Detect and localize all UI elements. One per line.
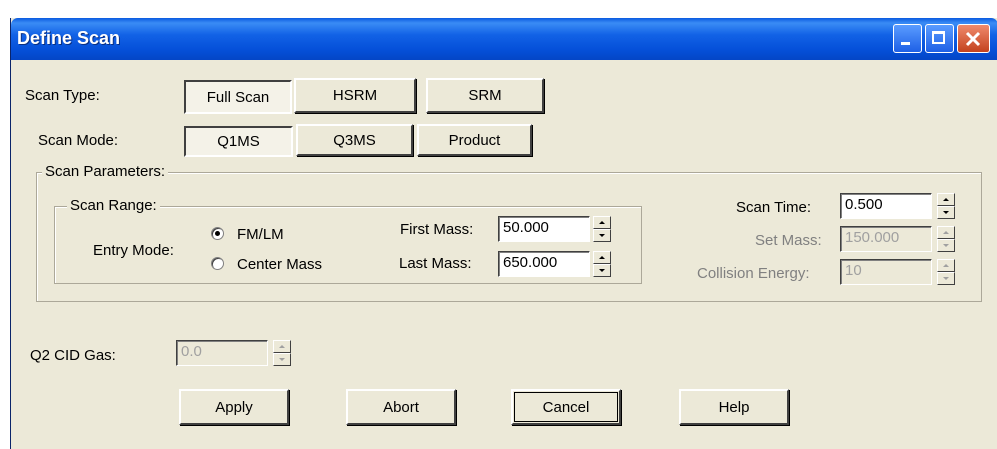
first-mass-label: First Mass: — [400, 221, 474, 238]
spin-down-button — [937, 239, 955, 252]
arrow-up-icon — [279, 345, 285, 348]
spin-down-button[interactable] — [593, 264, 611, 277]
arrow-down-icon — [943, 277, 949, 280]
arrow-up-icon — [943, 198, 949, 201]
scan-mode-product[interactable]: Product — [417, 124, 532, 156]
scan-mode-q1ms[interactable]: Q1MS — [184, 126, 293, 157]
scan-mode-q3ms[interactable]: Q3MS — [296, 124, 413, 156]
close-icon — [965, 31, 981, 47]
entry-mode-label: Entry Mode: — [93, 242, 174, 259]
first-mass-input[interactable]: 50.000 — [498, 216, 590, 242]
title-bar[interactable]: Define Scan — [11, 18, 997, 60]
radio-center-mass-label[interactable]: Center Mass — [237, 256, 322, 273]
scan-type-full-scan[interactable]: Full Scan — [184, 80, 292, 114]
minimize-icon — [901, 42, 910, 45]
spin-down-button — [273, 353, 291, 366]
radio-selected-dot — [215, 231, 220, 236]
scan-range-legend: Scan Range: — [67, 197, 160, 214]
arrow-up-icon — [599, 221, 605, 224]
maximize-button[interactable] — [925, 24, 954, 53]
spin-down-button[interactable] — [593, 229, 611, 242]
spin-up-button — [937, 226, 955, 239]
spin-up-button — [937, 259, 955, 272]
arrow-down-icon — [943, 244, 949, 247]
maximize-icon — [932, 31, 945, 44]
spin-up-button[interactable] — [593, 216, 611, 229]
cancel-button[interactable]: Cancel — [511, 389, 621, 425]
last-mass-input[interactable]: 650.000 — [498, 251, 590, 277]
arrow-up-icon — [943, 231, 949, 234]
first-mass-spinner[interactable] — [593, 216, 611, 242]
scan-parameters-legend: Scan Parameters: — [42, 163, 169, 180]
q2-cid-gas-input: 0.0 — [176, 340, 268, 366]
spin-down-button — [937, 272, 955, 285]
help-button[interactable]: Help — [679, 389, 789, 425]
close-button[interactable] — [957, 24, 990, 53]
radio-fm-lm-label[interactable]: FM/LM — [237, 226, 284, 243]
radio-center-mass[interactable] — [211, 257, 224, 270]
arrow-down-icon — [943, 211, 949, 214]
arrow-down-icon — [279, 358, 285, 361]
scan-type-hsrm[interactable]: HSRM — [294, 78, 416, 113]
scan-time-spinner[interactable] — [937, 193, 955, 219]
scan-type-label: Scan Type: — [25, 87, 100, 104]
spin-down-button[interactable] — [937, 206, 955, 219]
radio-fm-lm[interactable] — [211, 227, 224, 240]
arrow-down-icon — [599, 269, 605, 272]
arrow-up-icon — [599, 256, 605, 259]
scan-time-label: Scan Time: — [736, 199, 812, 216]
define-scan-dialog: Define Scan Scan Type: Full Scan HSRM SR… — [10, 18, 997, 449]
collision-energy-input: 10 — [840, 259, 932, 285]
arrow-up-icon — [943, 264, 949, 267]
spin-up-button[interactable] — [593, 251, 611, 264]
minimize-button[interactable] — [893, 24, 922, 53]
scan-type-srm[interactable]: SRM — [426, 78, 544, 113]
set-mass-spinner — [937, 226, 955, 252]
q2-cid-gas-spinner — [273, 340, 291, 366]
last-mass-label: Last Mass: — [399, 255, 472, 272]
set-mass-input: 150.000 — [840, 226, 932, 252]
collision-energy-label: Collision Energy: — [697, 265, 810, 282]
collision-energy-spinner — [937, 259, 955, 285]
abort-button[interactable]: Abort — [346, 389, 456, 425]
apply-button[interactable]: Apply — [179, 389, 289, 425]
q2-cid-gas-label: Q2 CID Gas: — [30, 347, 116, 364]
spin-up-button[interactable] — [937, 193, 955, 206]
scan-mode-label: Scan Mode: — [38, 132, 119, 149]
arrow-down-icon — [599, 234, 605, 237]
scan-time-input[interactable]: 0.500 — [840, 193, 932, 219]
last-mass-spinner[interactable] — [593, 251, 611, 277]
set-mass-label: Set Mass: — [755, 232, 822, 249]
window-title: Define Scan — [17, 28, 121, 48]
spin-up-button — [273, 340, 291, 353]
